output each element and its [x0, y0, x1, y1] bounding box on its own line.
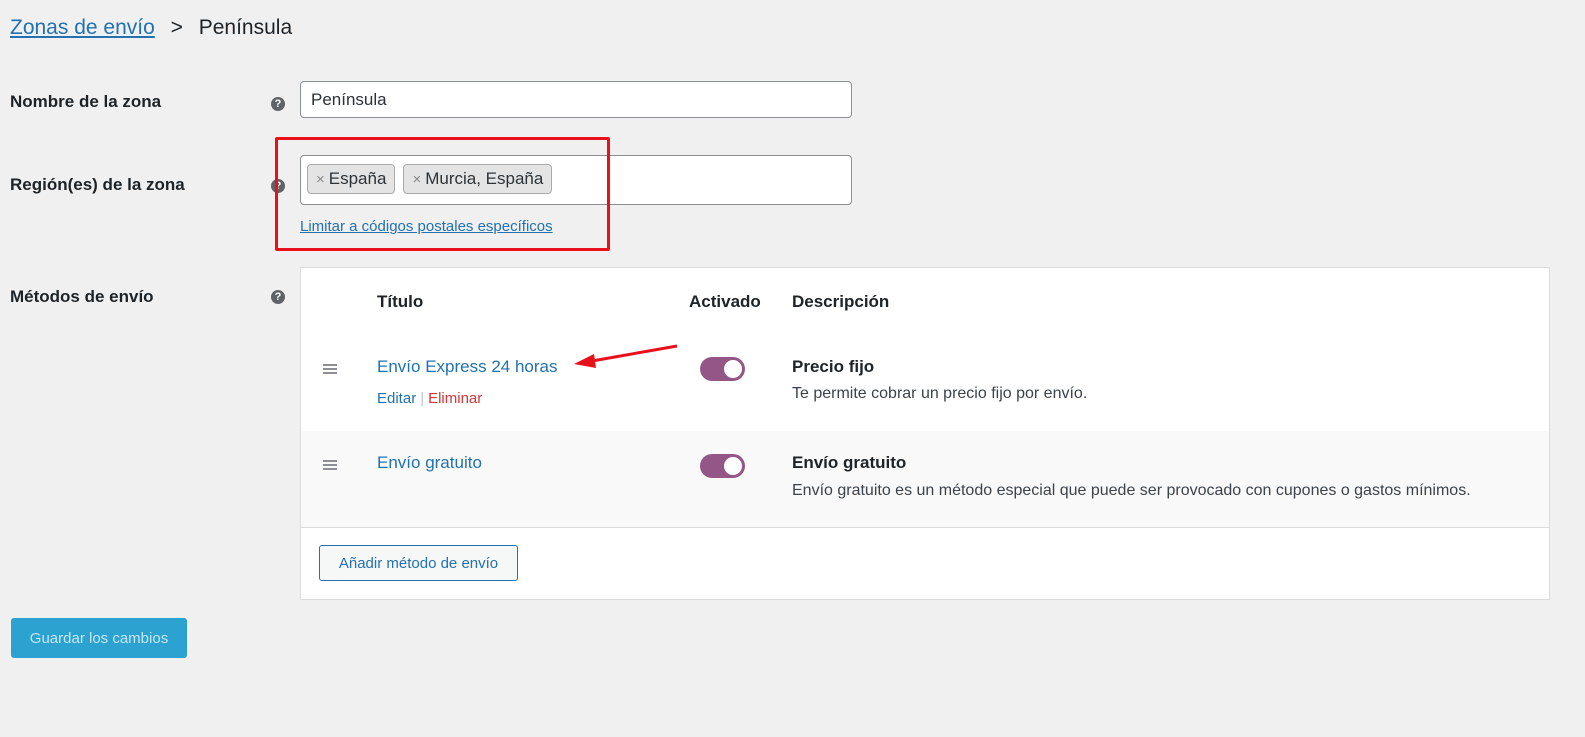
zone-regions-label: Región(es) de la zona	[10, 175, 185, 194]
delete-link[interactable]: Eliminar	[428, 390, 482, 407]
shipping-methods-table: Título Activado Descripción Envío Expres…	[300, 267, 1550, 600]
save-changes-button[interactable]: Guardar los cambios	[11, 618, 187, 658]
method-type: Precio fijo	[792, 357, 875, 376]
enabled-toggle[interactable]	[700, 357, 745, 381]
column-description: Descripción	[792, 292, 890, 311]
add-shipping-method-button[interactable]: Añadir método de envío	[319, 545, 518, 581]
breadcrumb: Zonas de envío > Península	[10, 16, 292, 40]
breadcrumb-separator: >	[170, 16, 183, 39]
drag-handle-icon[interactable]	[323, 364, 337, 374]
edit-link[interactable]: Editar	[377, 390, 416, 407]
table-row: Envío Express 24 horas Editar | Eliminar P…	[301, 333, 1549, 431]
method-description: Envío gratuito es un método especial que…	[792, 482, 1471, 499]
method-title-link[interactable]: Envío gratuito	[377, 453, 482, 473]
annotation-highlight-box	[275, 137, 610, 251]
method-title-link[interactable]: Envío Express 24 horas	[377, 357, 557, 377]
table-row: Envío gratuito Envío gratuito Envío grat…	[301, 431, 1549, 528]
table-header: Título Activado Descripción	[301, 268, 1549, 334]
zone-name-label: Nombre de la zona	[10, 92, 162, 111]
drag-handle-icon[interactable]	[323, 460, 337, 470]
toggle-knob	[724, 457, 742, 475]
row-actions: Editar | Eliminar	[377, 390, 482, 407]
method-description: Te permite cobrar un precio fijo por env…	[792, 385, 1088, 402]
column-enabled: Activado	[689, 292, 761, 311]
action-separator: |	[420, 390, 425, 407]
breadcrumb-current: Península	[198, 16, 293, 39]
zone-name-input[interactable]: Península	[300, 81, 852, 118]
help-icon[interactable]: ?	[271, 290, 285, 304]
enabled-toggle[interactable]	[700, 454, 745, 478]
breadcrumb-zones-link[interactable]: Zonas de envío	[10, 16, 155, 39]
method-type: Envío gratuito	[792, 453, 907, 472]
shipping-methods-label: Métodos de envío	[10, 287, 154, 306]
column-title: Título	[377, 292, 424, 311]
toggle-knob	[724, 360, 742, 378]
help-icon[interactable]: ?	[271, 97, 285, 111]
